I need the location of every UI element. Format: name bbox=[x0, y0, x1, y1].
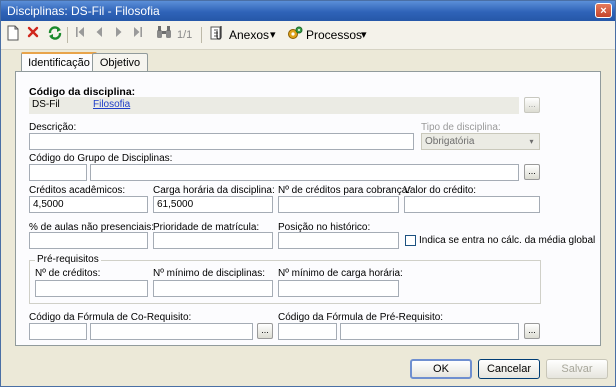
creditos-value: 4,5000 bbox=[33, 199, 64, 210]
processos-menu[interactable]: Processos bbox=[306, 25, 362, 45]
close-button[interactable]: × bbox=[595, 3, 612, 18]
descricao-input[interactable] bbox=[29, 133, 414, 150]
anexos-menu[interactable]: Anexos bbox=[229, 25, 269, 45]
nmc-input[interactable] bbox=[278, 280, 399, 297]
tab-objetivo[interactable]: Objetivo bbox=[92, 53, 148, 72]
codigo-value: DS-Fil bbox=[32, 99, 60, 110]
nmd-input[interactable] bbox=[153, 280, 273, 297]
title-bar[interactable]: Disciplinas: DS-Fil - Filosofia × bbox=[1, 1, 615, 21]
binoculars-icon[interactable] bbox=[156, 25, 172, 45]
tipo-select[interactable]: Obrigatória ▾ bbox=[421, 133, 540, 150]
prev-icon[interactable] bbox=[95, 25, 103, 45]
toolbar-separator bbox=[67, 27, 68, 43]
cancel-button[interactable]: Cancelar bbox=[478, 359, 540, 379]
descricao-label: Descrição: bbox=[29, 122, 77, 133]
codigo-lookup-button[interactable]: ... bbox=[524, 97, 540, 113]
nmc-label: Nº mínimo de carga horária: bbox=[278, 268, 403, 279]
aulas-input[interactable] bbox=[29, 232, 148, 249]
dialog-window: Disciplinas: DS-Fil - Filosofia × 1/1 An… bbox=[0, 0, 616, 387]
corequisito-code-input[interactable] bbox=[29, 323, 87, 340]
corequisito-name-input[interactable] bbox=[90, 323, 253, 340]
chevron-down-icon[interactable]: ▾ bbox=[270, 25, 276, 45]
codigo-link[interactable]: Filosofia bbox=[93, 99, 130, 110]
nmd-label: Nº mínimo de disciplinas: bbox=[153, 268, 266, 279]
prereq-title: Pré-requisitos bbox=[35, 254, 101, 265]
creditos-label: Créditos acadêmicos: bbox=[29, 185, 126, 196]
first-icon[interactable] bbox=[75, 25, 85, 45]
creditos-input[interactable]: 4,5000 bbox=[29, 196, 148, 213]
attachment-icon[interactable] bbox=[210, 25, 224, 45]
chevron-down-icon[interactable]: ▾ bbox=[361, 25, 367, 45]
valor-input[interactable] bbox=[404, 196, 540, 213]
nc-input[interactable] bbox=[35, 280, 148, 297]
new-icon[interactable] bbox=[7, 25, 19, 45]
prerequisito-code-input[interactable] bbox=[278, 323, 337, 340]
carga-label: Carga horária da disciplina: bbox=[153, 185, 275, 196]
cobranca-input[interactable] bbox=[278, 196, 399, 213]
media-checkbox[interactable] bbox=[405, 235, 416, 246]
toolbar: 1/1 Anexos ▾ Processos ▾ bbox=[1, 21, 615, 50]
record-pager: 1/1 bbox=[177, 29, 193, 41]
window-title: Disciplinas: DS-Fil - Filosofia bbox=[7, 4, 160, 18]
refresh-icon[interactable] bbox=[47, 25, 63, 45]
corequisito-label: Código da Fórmula de Co-Requisito: bbox=[29, 312, 192, 323]
carga-value: 61,5000 bbox=[157, 199, 194, 210]
ok-button[interactable]: OK bbox=[410, 359, 472, 379]
tipo-value: Obrigatória bbox=[425, 136, 475, 147]
media-label: Indica se entra no cálc. da média global bbox=[419, 235, 596, 246]
grupo-lookup-button[interactable]: ... bbox=[524, 164, 540, 180]
chevron-down-icon: ▾ bbox=[529, 137, 534, 146]
corequisito-lookup-button[interactable]: ... bbox=[257, 323, 273, 339]
carga-input[interactable]: 61,5000 bbox=[153, 196, 273, 213]
grupo-code-input[interactable] bbox=[29, 164, 87, 181]
prerequisito-lookup-button[interactable]: ... bbox=[524, 323, 540, 339]
valor-label: Valor do crédito: bbox=[404, 185, 477, 196]
prioridade-input[interactable] bbox=[153, 232, 273, 249]
toolbar-separator bbox=[201, 27, 202, 43]
cobranca-label: Nº de créditos para cobrança: bbox=[278, 185, 411, 196]
grupo-label: Código do Grupo de Disciplinas: bbox=[29, 153, 173, 164]
tipo-label: Tipo de disciplina: bbox=[421, 122, 501, 133]
save-button[interactable]: Salvar bbox=[546, 359, 608, 379]
prerequisito-label: Código da Fórmula de Pré-Requisito: bbox=[278, 312, 444, 323]
last-icon[interactable] bbox=[133, 25, 143, 45]
posicao-input[interactable] bbox=[278, 232, 399, 249]
grupo-name-input[interactable] bbox=[90, 164, 519, 181]
prerequisito-name-input[interactable] bbox=[340, 323, 519, 340]
process-icon[interactable] bbox=[287, 25, 303, 45]
form-panel: Código da disciplina: DS-Fil Filosofia .… bbox=[15, 71, 601, 346]
next-icon[interactable] bbox=[115, 25, 123, 45]
nc-label: Nº de créditos: bbox=[35, 268, 101, 279]
close-icon: × bbox=[600, 5, 607, 17]
delete-icon[interactable] bbox=[27, 25, 39, 45]
